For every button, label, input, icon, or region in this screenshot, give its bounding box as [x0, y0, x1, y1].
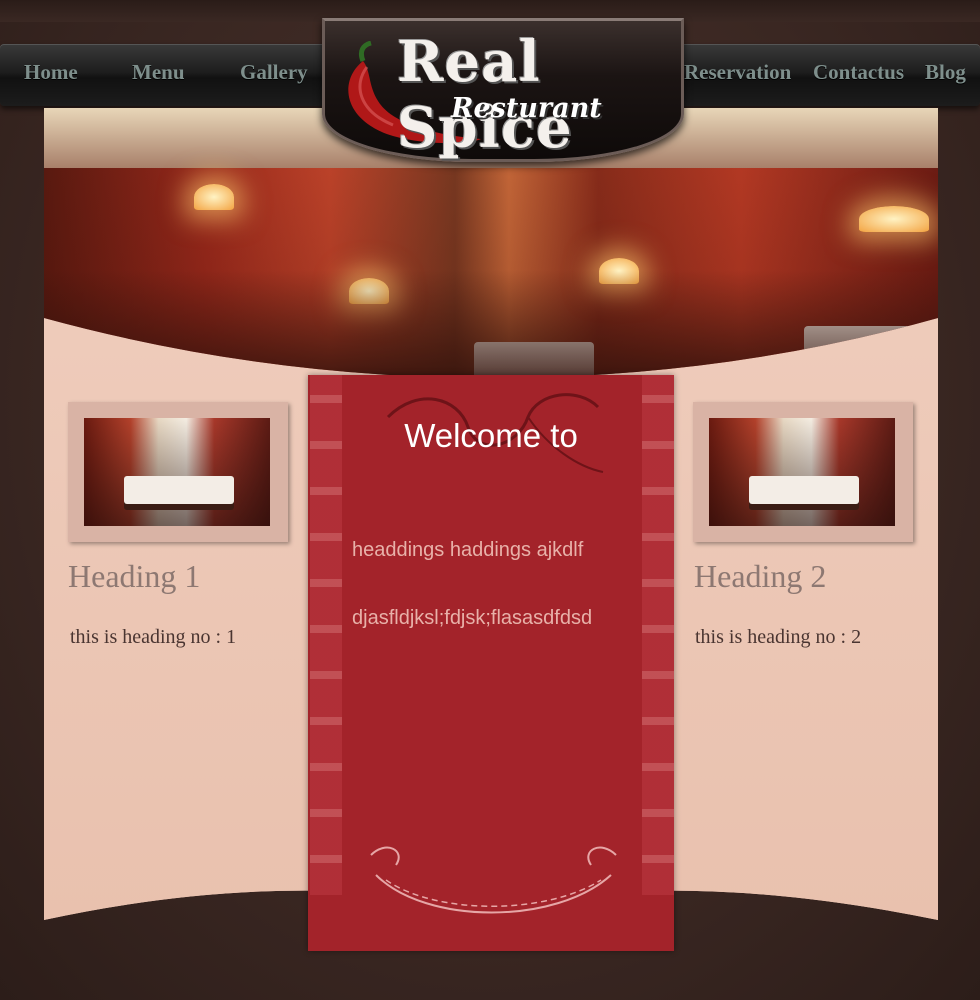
garland-ornament-icon: [370, 846, 617, 914]
lamp-glow: [194, 184, 234, 210]
lamp-glow: [599, 258, 639, 284]
heading-1: Heading 1: [68, 558, 201, 594]
nav-bar-right: Reservation Contactus Blog: [672, 44, 980, 106]
welcome-column: Welcome to headdings haddings ajkdlf dja…: [308, 375, 674, 951]
logo-subtitle: Resturant: [451, 93, 602, 124]
lamp-glow: [859, 206, 929, 232]
heading-1-text: this is heading no : 1: [70, 626, 237, 648]
nav-bar-left: Home Menu Gallery: [0, 44, 330, 106]
heading-2: Heading 2: [694, 558, 827, 594]
nav-menu[interactable]: Menu: [132, 60, 185, 85]
restaurant-thumbnail-image: [84, 418, 270, 526]
nav-gallery[interactable]: Gallery: [240, 60, 308, 85]
lamp-glow: [349, 278, 389, 304]
welcome-title: Welcome to: [404, 417, 578, 454]
logo[interactable]: Real Spice Resturant: [322, 18, 684, 162]
welcome-text-2: djasfldjksl;fdjsk;flasasdfdsd: [352, 607, 593, 629]
welcome-text-1: headdings haddings ajkdlf: [352, 539, 584, 561]
nav-home[interactable]: Home: [24, 60, 78, 85]
thumbnail-left[interactable]: [68, 402, 288, 542]
nav-contactus[interactable]: Contactus: [813, 60, 904, 85]
restaurant-thumbnail-image: [709, 418, 895, 526]
nav-reservation[interactable]: Reservation: [684, 60, 791, 85]
heading-2-text: this is heading no : 2: [695, 626, 862, 648]
thumbnail-right[interactable]: [693, 402, 913, 542]
nav-blog[interactable]: Blog: [925, 60, 966, 85]
